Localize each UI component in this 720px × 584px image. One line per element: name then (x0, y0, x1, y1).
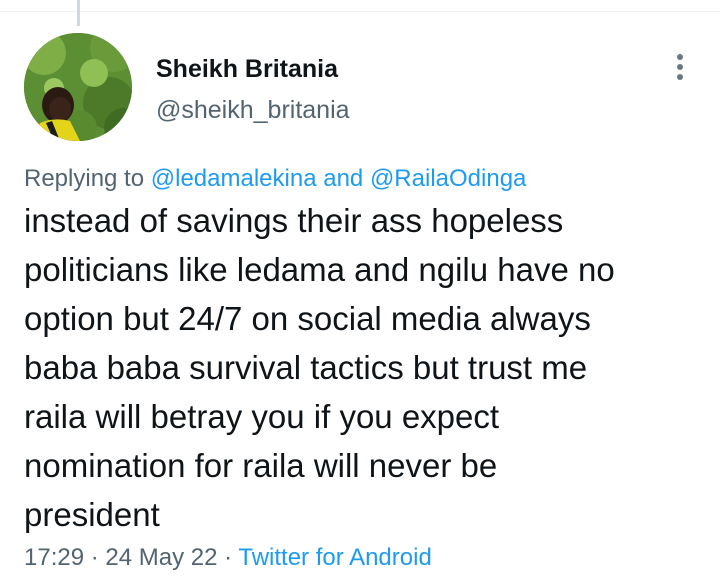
tweet-source-link[interactable]: Twitter for Android (238, 544, 431, 571)
more-vertical-icon (677, 54, 683, 60)
divider (0, 11, 720, 12)
more-options-button[interactable] (664, 50, 696, 84)
tweet-metadata: 17:29 · 24 May 22 · Twitter for Android (24, 543, 432, 573)
avatar[interactable] (24, 33, 132, 141)
separator: · (217, 544, 239, 571)
more-vertical-icon-dot (677, 74, 683, 80)
avatar-photo (24, 33, 132, 141)
replying-to-label: Replying to (24, 165, 151, 192)
tweet-date[interactable]: 24 May 22 (105, 544, 217, 571)
thread-connector-line (77, 0, 80, 26)
author-handle[interactable]: @sheikh_britania (156, 95, 350, 125)
tweet-card: Sheikh Britania @sheikh_britania Replyin… (0, 0, 720, 584)
tweet-time[interactable]: 17:29 (24, 544, 84, 571)
mention-conjunction[interactable]: and (317, 165, 370, 192)
tweet-text: instead of savings their ass hopeless po… (24, 202, 615, 533)
separator: · (84, 544, 106, 571)
author-display-name[interactable]: Sheikh Britania (156, 54, 350, 84)
more-vertical-icon-dot (677, 64, 683, 70)
author-block: Sheikh Britania @sheikh_britania (156, 54, 350, 125)
replying-to: Replying to @ledamalekina and @RailaOdin… (24, 164, 526, 194)
mention-link[interactable]: @RailaOdinga (370, 165, 526, 192)
mention-link[interactable]: @ledamalekina (151, 165, 317, 192)
